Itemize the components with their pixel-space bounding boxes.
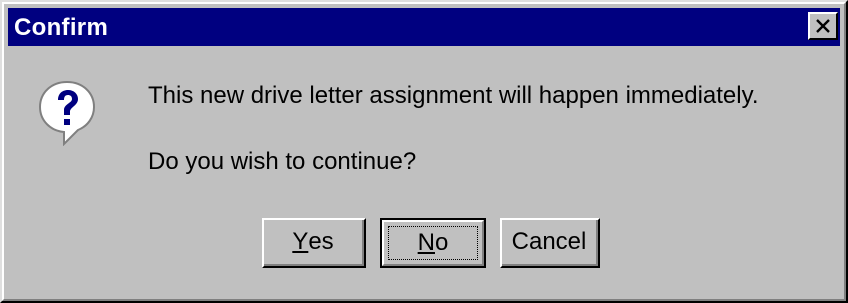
window-title: Confirm	[14, 14, 109, 41]
cancel-button-label: Cancel	[502, 220, 598, 266]
yes-mnemonic: Y	[292, 228, 309, 255]
cancel-button[interactable]: Cancel	[500, 218, 600, 268]
close-button[interactable]	[808, 12, 838, 40]
no-button[interactable]: No	[380, 218, 486, 268]
dialog-prompt: Do you wish to continue?	[148, 148, 417, 175]
confirm-dialog: Confirm This new drive letter assignment…	[0, 0, 848, 303]
yes-button-label: Yes	[264, 220, 364, 266]
question-icon	[38, 80, 96, 146]
close-icon	[816, 19, 830, 33]
title-bar[interactable]: Confirm	[8, 8, 840, 46]
dialog-message: This new drive letter assignment will ha…	[148, 82, 759, 109]
yes-label-rest: es	[308, 228, 334, 255]
focus-ring	[388, 226, 478, 260]
yes-button[interactable]: Yes	[262, 218, 366, 268]
